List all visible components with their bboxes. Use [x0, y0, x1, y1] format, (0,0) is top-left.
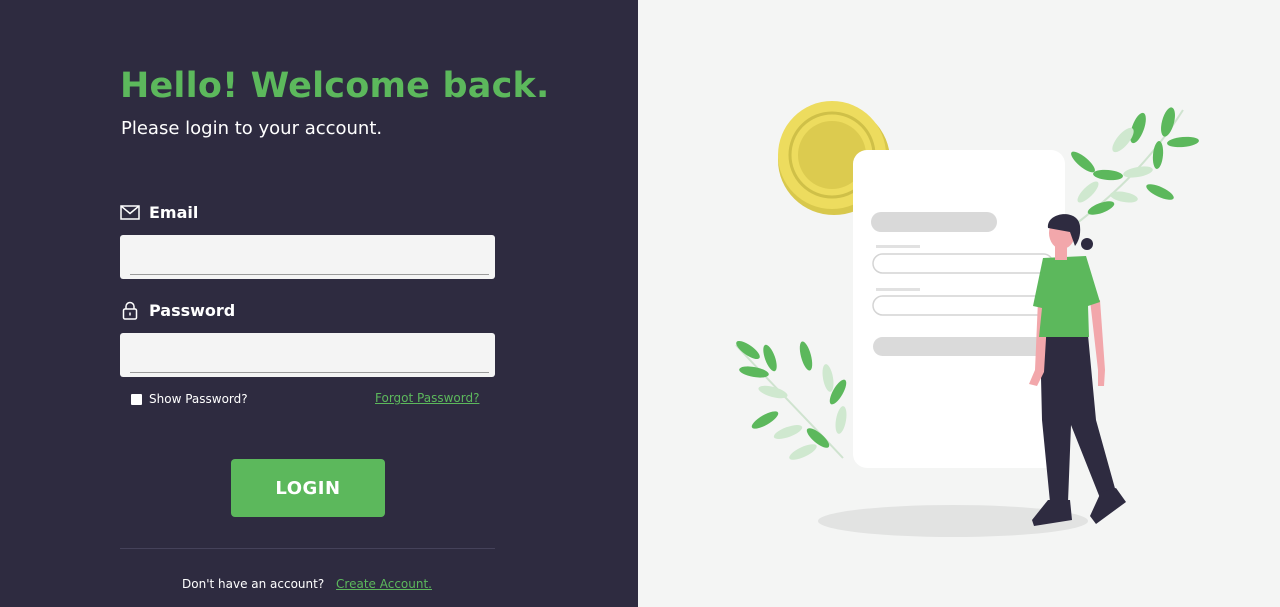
login-illustration	[735, 101, 1199, 537]
signup-prompt: Don't have an account? Create Account.	[182, 577, 432, 591]
page-title: Hello! Welcome back.	[120, 66, 550, 106]
signup-prompt-text: Don't have an account?	[182, 577, 325, 591]
email-field-box	[120, 235, 495, 279]
login-button[interactable]: LOGIN	[231, 459, 385, 517]
lock-icon	[119, 300, 141, 320]
forgot-password-link[interactable]: Forgot Password?	[375, 391, 479, 405]
leaf-branch-right	[1067, 107, 1199, 231]
login-panel: Hello! Welcome back. Please login to you…	[0, 0, 638, 607]
password-field[interactable]	[130, 337, 489, 373]
create-account-link[interactable]: Create Account.	[336, 577, 432, 591]
password-label-text: Password	[149, 300, 236, 320]
envelope-icon	[119, 202, 141, 222]
leaf-branch-left	[735, 340, 847, 460]
email-field[interactable]	[130, 239, 489, 275]
email-label: Email	[119, 202, 198, 222]
divider	[120, 548, 495, 549]
email-label-text: Email	[149, 202, 199, 222]
password-label: Password	[119, 300, 235, 320]
woman-figure	[1029, 214, 1126, 526]
show-password-label: Show Password?	[149, 392, 248, 406]
show-password-checkbox[interactable]	[131, 393, 142, 405]
password-field-box	[120, 333, 495, 377]
page-subtitle: Please login to your account.	[121, 118, 383, 139]
illustration-panel	[638, 0, 1280, 607]
show-password-toggle[interactable]: Show Password?	[131, 392, 248, 406]
form-card	[853, 150, 1065, 468]
